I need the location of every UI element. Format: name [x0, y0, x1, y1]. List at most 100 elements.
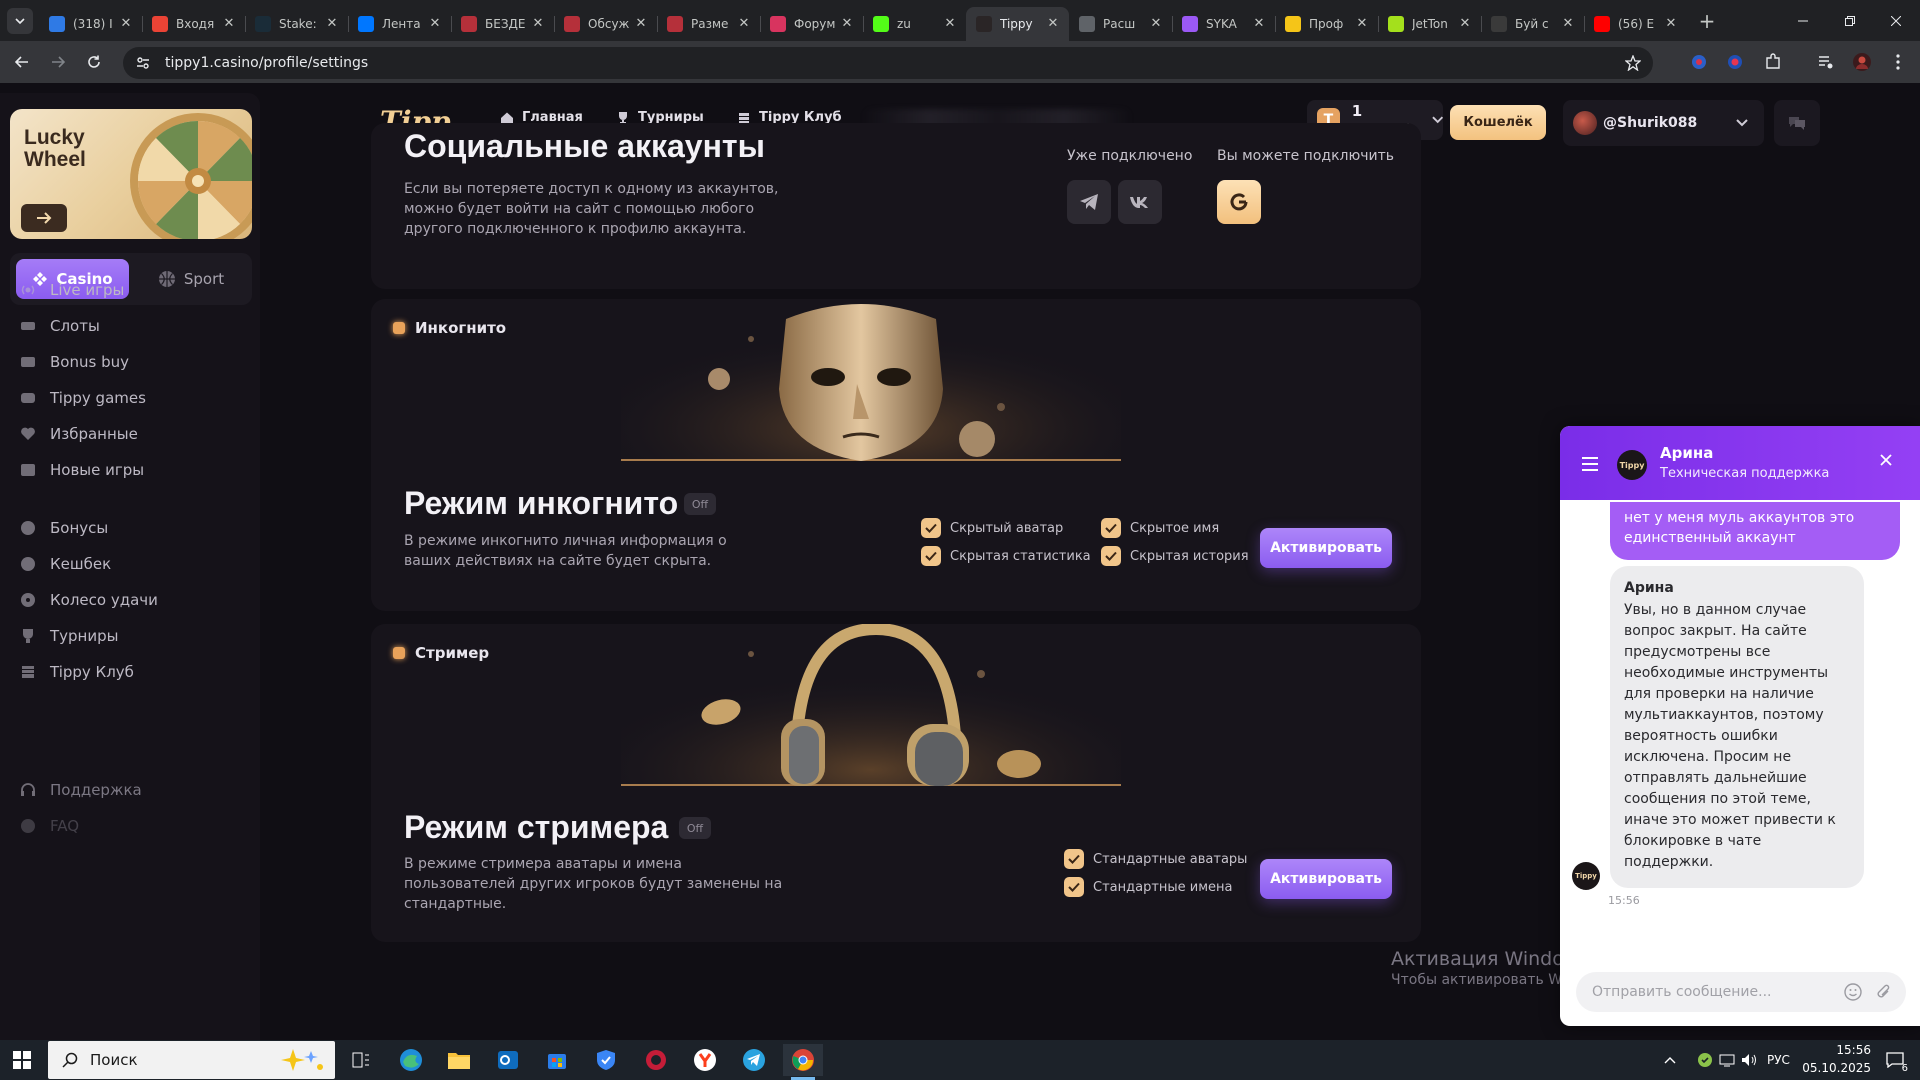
windows-start-button[interactable] — [6, 1044, 38, 1076]
wallet-button[interactable]: Кошелёк — [1450, 105, 1546, 140]
clock-time[interactable]: 15:56 — [1819, 1043, 1871, 1057]
lucky-wheel-banner[interactable]: Lucky Wheel — [10, 109, 252, 239]
chat-message-input[interactable]: Отправить сообщение... — [1576, 972, 1906, 1012]
tab-close-icon[interactable]: ✕ — [1354, 16, 1370, 32]
attach-icon[interactable] — [1876, 983, 1892, 1001]
sidebar-item-tippy-games[interactable]: Tippy games — [20, 385, 146, 411]
address-bar[interactable]: tippy1.casino/profile/settings — [123, 47, 1653, 79]
browser-tab[interactable]: (56) E ✕ — [1584, 7, 1687, 41]
close-window-button[interactable] — [1873, 0, 1919, 41]
hidden-name-checkbox[interactable]: Скрытое имя — [1101, 518, 1219, 538]
tray-chevron-up-icon[interactable] — [1662, 1044, 1678, 1076]
telegram-connected-button[interactable] — [1067, 180, 1111, 224]
tab-close-icon[interactable]: ✕ — [530, 16, 546, 32]
tab-search-button[interactable] — [7, 7, 33, 34]
sidebar-item-heart[interactable]: Избранные — [20, 421, 138, 447]
tab-close-icon[interactable]: ✕ — [1045, 16, 1061, 32]
tab-close-icon[interactable]: ✕ — [1663, 16, 1679, 32]
tab-close-icon[interactable]: ✕ — [427, 16, 443, 32]
browser-tab[interactable]: Лента ✕ — [348, 7, 451, 41]
tab-close-icon[interactable]: ✕ — [1148, 16, 1164, 32]
user-menu[interactable]: @Shurik088 — [1563, 100, 1764, 146]
extension-shield-icon[interactable] — [1724, 51, 1746, 73]
vk-connected-button[interactable] — [1118, 180, 1162, 224]
volume-icon[interactable] — [1740, 1044, 1758, 1076]
notifications-button[interactable]: 6 — [1880, 1044, 1910, 1076]
minimize-button[interactable] — [1780, 0, 1826, 41]
browser-tab[interactable]: Проф ✕ — [1275, 7, 1378, 41]
outlook-icon[interactable] — [492, 1044, 524, 1076]
back-button[interactable] — [6, 46, 38, 78]
browser-tab[interactable]: Stake: ✕ — [245, 7, 348, 41]
sidebar-item-slots[interactable]: Слоты — [20, 313, 100, 339]
browser-menu-icon[interactable] — [1887, 51, 1909, 73]
tab-close-icon[interactable]: ✕ — [1457, 16, 1473, 32]
sidebar-item-cashback[interactable]: Кешбек — [20, 551, 111, 577]
browser-tab[interactable]: БЕЗДЕ ✕ — [451, 7, 554, 41]
sidebar-item-wheel[interactable]: Колесо удачи — [20, 587, 158, 613]
browser-tab[interactable]: zu ✕ — [863, 7, 966, 41]
sport-tab[interactable]: Sport — [135, 259, 247, 299]
hidden-avatar-checkbox[interactable]: Скрытый аватар — [921, 518, 1063, 538]
profile-avatar-icon[interactable] — [1851, 51, 1873, 73]
browser-tab[interactable]: Разме ✕ — [657, 7, 760, 41]
vpn-app-icon[interactable] — [640, 1044, 672, 1076]
sidebar-item-trophy[interactable]: Турниры — [20, 623, 118, 649]
browser-tab[interactable]: Tippy ✕ — [966, 7, 1069, 41]
sidebar-item-support[interactable]: Поддержка — [20, 777, 142, 803]
chrome-app-icon[interactable] — [783, 1044, 823, 1076]
google-connect-button[interactable] — [1217, 180, 1261, 224]
reload-button[interactable] — [78, 46, 110, 78]
sidebar-item-club[interactable]: Tippy Клуб — [20, 659, 134, 685]
network-icon[interactable] — [1718, 1044, 1736, 1076]
sidebar-item-bonus-buy[interactable]: Bonus buy — [20, 349, 129, 375]
extensions-puzzle-icon[interactable] — [1762, 51, 1784, 73]
browser-tab[interactable]: SYKA ✕ — [1172, 7, 1275, 41]
tab-close-icon[interactable]: ✕ — [633, 16, 649, 32]
taskbar-search[interactable]: Поиск — [48, 1041, 335, 1079]
tab-close-icon[interactable]: ✕ — [1560, 16, 1576, 32]
store-icon[interactable] — [541, 1044, 573, 1076]
tab-close-icon[interactable]: ✕ — [118, 16, 134, 32]
hidden-stats-checkbox[interactable]: Скрытая статистика — [921, 546, 1091, 566]
hidden-history-checkbox[interactable]: Скрытая история — [1101, 546, 1249, 566]
clock-date[interactable]: 05.10.2025 — [1802, 1061, 1871, 1075]
browser-tab[interactable]: Форум ✕ — [760, 7, 863, 41]
browser-tab[interactable]: Расш ✕ — [1069, 7, 1172, 41]
tab-close-icon[interactable]: ✕ — [1251, 16, 1267, 32]
media-control-icon[interactable] — [1815, 51, 1837, 73]
new-tab-button[interactable]: + — [1693, 7, 1721, 35]
hamburger-menu-icon[interactable] — [1580, 456, 1600, 472]
tab-close-icon[interactable]: ✕ — [942, 16, 958, 32]
emoji-icon[interactable] — [1844, 983, 1862, 1001]
restore-button[interactable] — [1827, 0, 1873, 41]
tab-close-icon[interactable]: ✕ — [221, 16, 237, 32]
browser-tab[interactable]: JetTon ✕ — [1378, 7, 1481, 41]
sidebar-item-live[interactable]: Live игры — [20, 277, 124, 303]
input-language[interactable]: РУС — [1767, 1053, 1790, 1067]
incognito-activate-button[interactable]: Активировать — [1260, 528, 1392, 568]
chat-close-button[interactable] — [1880, 454, 1892, 466]
tray-app-icon[interactable] — [1696, 1044, 1714, 1076]
task-view-icon[interactable] — [345, 1044, 377, 1076]
yandex-browser-icon[interactable] — [689, 1044, 721, 1076]
browser-tab[interactable]: Обсуж ✕ — [554, 7, 657, 41]
file-explorer-icon[interactable] — [443, 1044, 475, 1076]
standard-names-checkbox[interactable]: Стандартные имена — [1064, 877, 1233, 897]
tab-close-icon[interactable]: ✕ — [839, 16, 855, 32]
sidebar-item-new-games[interactable]: Новые игры — [20, 457, 144, 483]
site-settings-icon[interactable] — [135, 55, 151, 71]
sidebar-item-faq[interactable]: FAQ — [20, 813, 79, 839]
standard-avatars-checkbox[interactable]: Стандартные аватары — [1064, 849, 1247, 869]
edge-icon[interactable] — [395, 1044, 427, 1076]
tab-close-icon[interactable]: ✕ — [324, 16, 340, 32]
streamer-activate-button[interactable]: Активировать — [1260, 859, 1392, 899]
forward-button[interactable] — [42, 46, 74, 78]
tab-close-icon[interactable]: ✕ — [736, 16, 752, 32]
browser-tab[interactable]: Буй с ✕ — [1481, 7, 1584, 41]
defender-icon[interactable] — [590, 1044, 622, 1076]
sidebar-item-bonus[interactable]: Бонусы — [20, 515, 108, 541]
browser-tab[interactable]: Входя ✕ — [142, 7, 245, 41]
bookmark-star-icon[interactable] — [1625, 55, 1641, 71]
chat-toggle-button[interactable] — [1774, 100, 1820, 146]
